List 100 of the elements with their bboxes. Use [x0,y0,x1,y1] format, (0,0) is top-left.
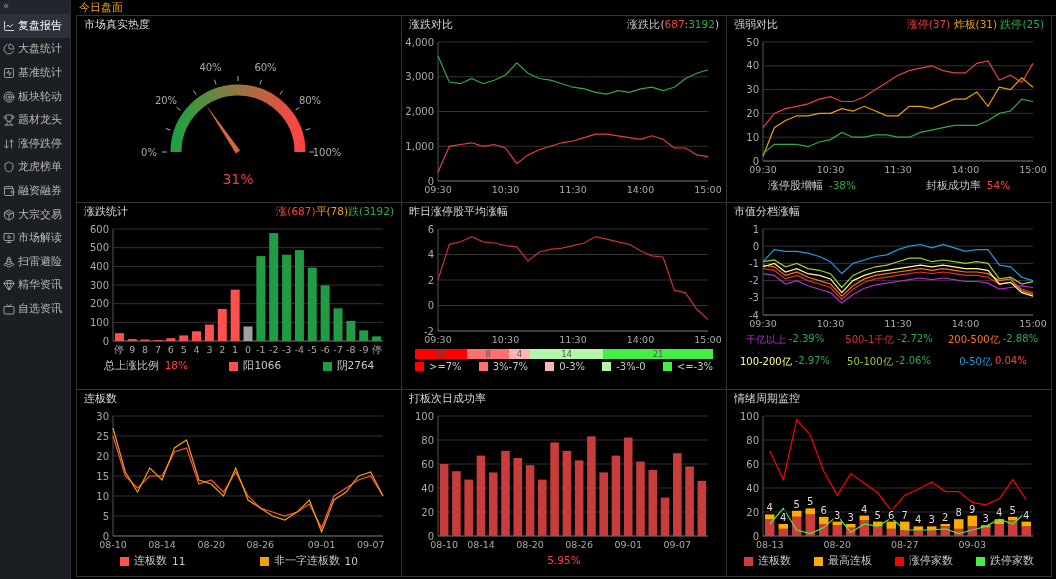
axis-label: 0 [245,344,251,355]
value-label: 7 [901,509,908,521]
sidebar-item[interactable]: 自选资讯 [0,297,70,321]
axis-label: -2 [749,275,759,287]
axis-label: 40 [746,482,759,494]
axis-label: 20 [96,450,109,462]
header-stat: 涨跌比(687:3192) [627,18,719,32]
sidebar-item[interactable]: 精华资讯 [0,273,70,298]
axis-label: 0 [427,530,434,542]
axis-label: 7 [155,344,161,355]
legend-label: 千亿以上 [745,333,786,347]
value-label: 3 [982,513,989,525]
gauge-label: 40% [199,62,222,74]
axis-label: 20 [746,107,759,119]
axis-label: 11:30 [884,318,912,329]
axis-label: 0 [427,300,434,311]
panel-title: 昨日涨停股平均涨幅 [409,205,508,219]
distribution-segment: 4 [509,349,530,359]
axis-label: 4 [427,249,434,260]
gauge-tick [279,90,284,96]
bar [697,480,707,536]
gauge-tick [305,128,311,131]
axis-label: 500 [89,242,109,254]
panel-title: 涨跌统计 [84,205,128,219]
axis-label: 6 [427,223,434,235]
value-label: 5 [807,496,814,508]
axis-label: 14:00 [951,318,980,329]
gauge-tick [237,75,239,82]
bar [372,336,382,341]
legend-value: 0.04% [994,355,1027,368]
axis-label: 09:30 [749,164,777,175]
activity-icon [3,67,15,79]
legend-swatch [894,556,904,566]
axis-label: 14:00 [951,164,980,175]
bar [599,472,608,536]
axis-label: 60 [421,458,434,470]
legend-label: 50-100亿 [847,355,893,369]
distribution-segment: 8 [467,349,510,359]
legend-label: 跌停(25) [1000,18,1044,30]
legend-label: 跌停家数 [989,554,1034,568]
axis-label: 0 [752,155,759,167]
value-label: 3 [847,512,854,523]
bar [538,479,547,536]
value-label: 5 [793,498,800,510]
axis-label: 0 [427,175,434,187]
sidebar-item[interactable]: 复盘报告 [0,14,70,38]
gauge-label: 100% [312,147,342,158]
axis-label: 1,000 [405,140,434,152]
arrows-icon [3,137,15,150]
axis-label: 08-14 [148,539,176,550]
sidebar-item[interactable]: 板块轮动 [0,84,70,109]
legend-value: -2.39% [788,333,825,346]
sidebar-item[interactable]: 大宗交易 [0,202,70,227]
legend-label: 阳1066 [243,359,282,373]
axis-label: -1 [256,344,266,355]
sidebar-item[interactable]: 涨停跌停 [0,131,70,156]
axis-label: 20 [421,506,434,518]
panel-title: 强弱对比 [734,18,778,32]
axis-label: 2 [219,344,226,355]
axis-label: 20 [746,506,759,518]
axis-label: 11:30 [559,334,587,345]
bar [452,471,461,536]
bar [192,331,202,341]
axis-label: 15:00 [694,334,722,345]
stat-label: 涨停股增幅 [767,179,823,193]
collapse-icon[interactable]: « [0,0,70,14]
bar [488,472,498,536]
legend-label: 阴2764 [336,359,375,373]
sidebar-item[interactable]: 市场解读 [0,226,70,250]
gauge-tick [192,90,197,96]
bar [243,326,253,341]
axis-label: 80 [421,434,434,446]
sidebar-item[interactable]: 题材龙头 [0,108,70,132]
axis-label: 6 [167,344,174,355]
sidebar-item[interactable]: 大盘统计 [0,37,70,62]
gauge-label: 60% [254,62,277,74]
sidebar-item[interactable]: 融资融券 [0,179,70,203]
value-label: 3 [834,509,841,521]
bar [333,308,343,341]
sidebar-item[interactable]: 基准统计 [0,61,70,85]
pie-chart-icon [3,43,15,56]
sidebar-item[interactable]: 龙虎榜单 [0,155,70,180]
axis-label: -9 [358,344,369,355]
legend-value: -2.97% [794,355,831,368]
axis-label: -1 [749,257,759,269]
bar [217,308,227,341]
axis-label: 50 [746,36,759,48]
axis-label: 09:30 [424,184,452,195]
bar [648,470,658,536]
axis-label: 4 [193,344,200,355]
axis-label: 08-10 [99,539,127,550]
legend-label: -3%-0 [616,361,646,372]
axis-label: 08-20 [823,539,852,550]
axis-label: -2 [268,344,279,355]
sidebar-item[interactable]: 扫雷避险 [0,249,70,274]
panel-title: 连板数 [84,392,117,406]
panel-title: 市场真实热度 [84,18,150,32]
distribution-segment: 21 [603,349,713,359]
axis-label: -3 [749,292,759,304]
value-label: 4 [780,512,787,523]
